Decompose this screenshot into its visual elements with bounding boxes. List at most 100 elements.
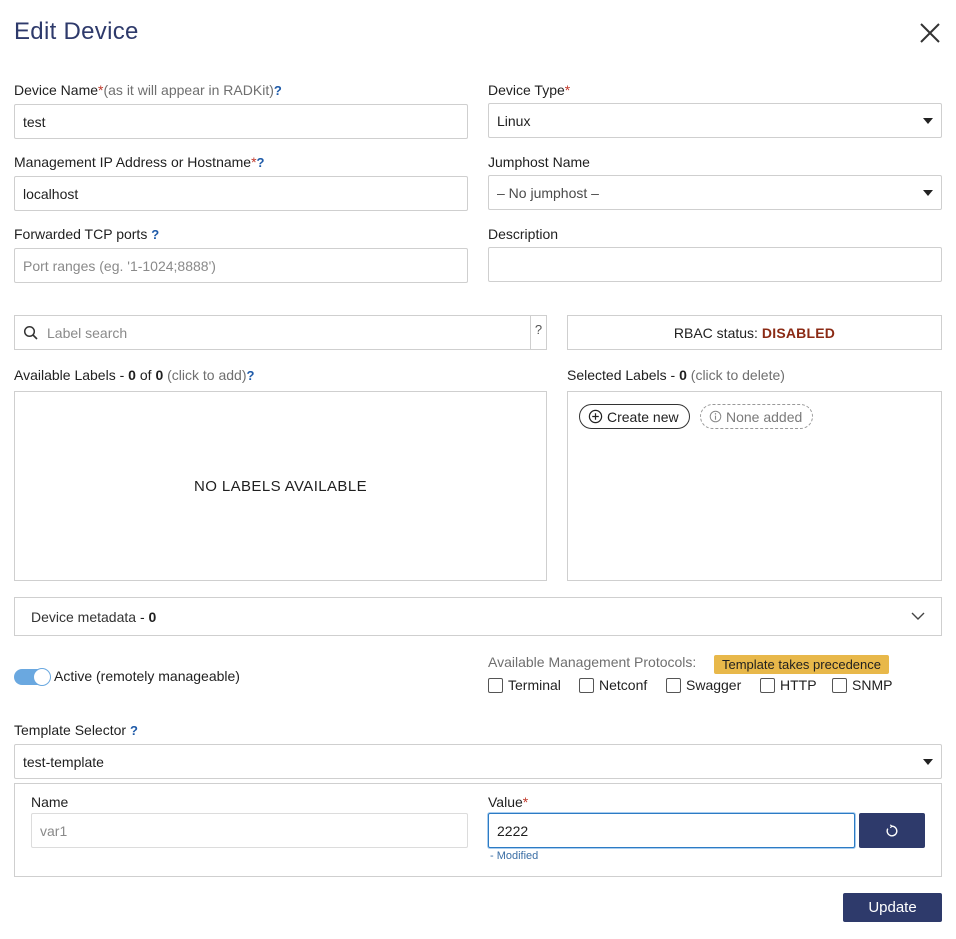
search-help-icon[interactable]: ?: [530, 316, 546, 349]
none-added-text: None added: [726, 408, 803, 425]
device-name-hint: (as it will appear in RADKit): [103, 82, 274, 98]
device-name-label: Device Name*(as it will appear in RADKit…: [14, 82, 282, 98]
value-column-header: Value*: [488, 794, 528, 810]
available-labels-panel: NO LABELS AVAILABLE: [14, 391, 547, 581]
checkbox-box: [832, 677, 847, 693]
protocol-label: Swagger: [686, 677, 742, 693]
modified-indicator: - Modified: [490, 850, 539, 862]
device-metadata-label: Device metadata - 0: [31, 609, 156, 625]
chevron-down-icon: [923, 758, 933, 765]
template-select[interactable]: test-template: [14, 744, 942, 779]
protocol-swagger-checkbox[interactable]: Swagger: [666, 677, 741, 693]
search-icon: [15, 325, 47, 341]
reset-value-button[interactable]: [859, 813, 925, 848]
help-icon[interactable]: ?: [246, 368, 254, 383]
selected-count: 0: [679, 367, 687, 383]
protocol-netconf-checkbox[interactable]: Netconf: [579, 677, 647, 693]
template-precedence-badge: Template takes precedence: [714, 655, 889, 674]
selected-labels-heading: Selected Labels - 0 (click to delete): [567, 367, 785, 383]
help-icon[interactable]: ?: [151, 227, 159, 242]
help-icon[interactable]: ?: [274, 83, 282, 98]
metadata-count: 0: [148, 608, 157, 625]
template-selector-label-text: Template Selector: [14, 722, 127, 738]
forwarded-ports-label: Forwarded TCP ports ?: [14, 226, 159, 242]
separator: -: [139, 608, 145, 625]
device-type-label: Device Type*: [488, 82, 570, 98]
device-type-value: Linux: [497, 112, 531, 129]
description-label: Description: [488, 226, 559, 242]
protocol-label: SNMP: [852, 677, 893, 693]
create-new-label-button[interactable]: Create new: [579, 404, 690, 429]
variable-name-value: var1: [40, 822, 68, 839]
variable-value-input[interactable]: 2222: [488, 813, 855, 848]
management-ip-label: Management IP Address or Hostname*?: [14, 154, 265, 170]
rbac-label: RBAC status:: [673, 324, 758, 341]
protocol-http-checkbox[interactable]: HTTP: [760, 677, 817, 693]
none-added-badge: None added: [700, 404, 814, 429]
rbac-value: DISABLED: [761, 324, 836, 341]
selected-labels-title: Selected Labels: [567, 367, 667, 383]
toggle-knob: [33, 668, 51, 686]
checkbox-box: [579, 677, 594, 693]
device-name-label-text: Device Name: [14, 82, 99, 98]
jumphost-select[interactable]: – No jumphost –: [488, 175, 942, 210]
available-labels-title: Available Labels: [14, 367, 116, 383]
protocol-label: Terminal: [508, 677, 561, 693]
jumphost-value: – No jumphost –: [497, 184, 599, 201]
separator: -: [119, 367, 125, 383]
update-button[interactable]: Update: [843, 893, 942, 922]
protocol-terminal-checkbox[interactable]: Terminal: [488, 677, 561, 693]
forwarded-ports-placeholder: Port ranges (eg. '1-1024;8888'): [23, 257, 216, 274]
chevron-down-icon: [923, 117, 933, 124]
template-value: test-template: [23, 753, 104, 770]
metadata-label-text: Device metadata: [31, 608, 137, 625]
selected-hint: (click to delete): [690, 367, 785, 383]
name-column-header: Name: [31, 794, 69, 810]
rbac-status: RBAC status: DISABLED: [567, 315, 942, 350]
description-input[interactable]: [488, 247, 942, 282]
management-ip-input[interactable]: localhost: [14, 176, 468, 211]
active-label: Active (remotely manageable): [54, 668, 240, 684]
help-icon[interactable]: ?: [130, 723, 138, 738]
protocol-snmp-checkbox[interactable]: SNMP: [832, 677, 892, 693]
checkbox-box: [666, 677, 681, 693]
device-name-input[interactable]: test: [14, 104, 468, 139]
available-total: 0: [155, 367, 164, 383]
device-type-select[interactable]: Linux: [488, 103, 942, 138]
separator: -: [670, 367, 676, 383]
label-search-input[interactable]: Label search ?: [14, 315, 547, 350]
create-new-label-text: Create new: [607, 408, 679, 425]
device-name-value: test: [23, 113, 46, 130]
no-labels-text: NO LABELS AVAILABLE: [194, 477, 367, 495]
required-mark: *: [522, 794, 529, 810]
required-mark: *: [564, 82, 571, 98]
selected-labels-panel: Create new None added: [567, 391, 942, 581]
protocols-label: Available Management Protocols:: [488, 654, 697, 670]
value-header-text: Value: [488, 794, 523, 810]
available-count: 0: [128, 367, 136, 383]
plus-circle-icon: [588, 409, 603, 424]
chevron-down-icon: [911, 612, 925, 620]
available-hint: (click to add): [167, 367, 247, 383]
management-ip-value: localhost: [23, 185, 79, 202]
checkbox-box: [760, 677, 775, 693]
help-icon[interactable]: ?: [257, 155, 265, 170]
protocol-label: HTTP: [780, 677, 817, 693]
of-text: of: [139, 367, 152, 383]
chevron-down-icon: [923, 189, 933, 196]
forwarded-ports-input[interactable]: Port ranges (eg. '1-1024;8888'): [14, 248, 468, 283]
reset-icon: [886, 823, 898, 836]
template-selector-label: Template Selector ?: [14, 722, 138, 738]
variable-value-text: 2222: [497, 822, 529, 839]
dialog-title: Edit Device: [14, 18, 139, 45]
info-icon: [709, 410, 722, 423]
variable-name-field: var1: [31, 813, 468, 848]
management-ip-label-text: Management IP Address or Hostname: [14, 154, 252, 170]
jumphost-label: Jumphost Name: [488, 154, 590, 170]
available-labels-heading: Available Labels - 0 of 0 (click to add)…: [14, 367, 254, 383]
device-metadata-accordion[interactable]: Device metadata - 0: [14, 597, 942, 636]
close-icon[interactable]: [918, 21, 942, 45]
device-type-label-text: Device Type: [488, 82, 565, 98]
forwarded-ports-label-text: Forwarded TCP ports: [14, 226, 148, 242]
active-toggle[interactable]: [14, 668, 51, 686]
